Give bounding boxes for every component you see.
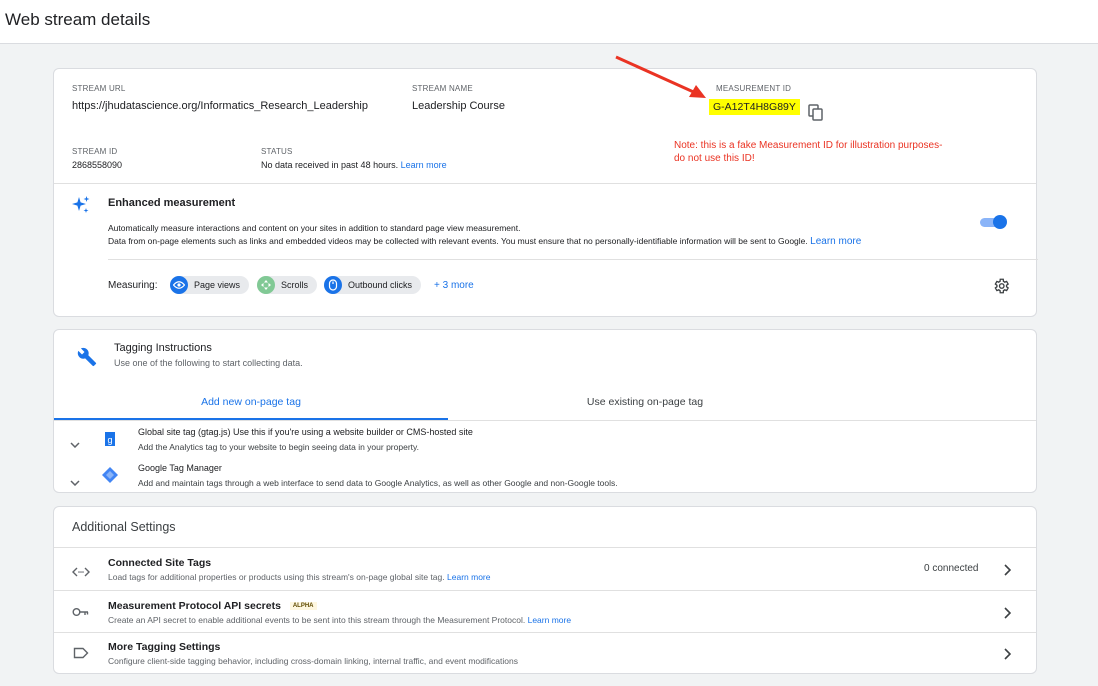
tag-option-gtm[interactable]: Google Tag Manager Add and maintain tags… (54, 458, 1036, 492)
stream-name-label: STREAM NAME (412, 84, 473, 93)
row-desc: Load tags for additional properties or p… (108, 572, 490, 582)
tag-option-gtag[interactable]: g Global site tag (gtag.js) Use this if … (54, 422, 1036, 456)
tab-use-existing-tag[interactable]: Use existing on-page tag (448, 388, 842, 420)
divider (108, 259, 1038, 260)
alpha-badge: ALPHA (289, 602, 317, 611)
gtag-title-bold: Global site tag (gtag.js) (138, 427, 231, 437)
tab-add-new-tag[interactable]: Add new on-page tag (54, 388, 448, 420)
row-learn-more-link[interactable]: Learn more (447, 572, 490, 582)
gtag-icon: g (104, 431, 116, 452)
chevron-right-icon[interactable] (1004, 647, 1012, 665)
row-title: Connected Site Tags (108, 557, 212, 569)
annotation-arrow (615, 55, 706, 98)
chip-outbound-clicks[interactable]: Outbound clicks (324, 276, 422, 294)
chevron-down-icon[interactable] (70, 473, 80, 491)
key-icon (72, 605, 90, 623)
annotation-note: Note: this is a fake Measurement ID for … (674, 140, 943, 164)
scroll-icon (257, 276, 275, 294)
chevron-right-icon[interactable] (1004, 563, 1012, 581)
chip-label: Page views (194, 280, 241, 290)
tag-manager-icon (101, 466, 119, 489)
enhanced-learn-more-link[interactable]: Learn more (810, 236, 861, 247)
more-measurements-link[interactable]: + 3 more (434, 280, 474, 291)
enhanced-desc-1: Automatically measure interactions and c… (108, 223, 521, 233)
gtm-desc: Add and maintain tags through a web inte… (138, 478, 618, 488)
row-title: Measurement Protocol API secrets ALPHA (108, 600, 317, 612)
chip-label: Outbound clicks (348, 280, 413, 290)
stream-id: 2868558090 (72, 160, 123, 170)
sparkle-icon (71, 195, 91, 215)
row-desc: Create an API secret to enable additiona… (108, 615, 571, 625)
divider (54, 420, 1036, 421)
status-label: STATUS (261, 147, 293, 156)
tagging-card: Tagging Instructions Use one of the foll… (53, 329, 1037, 493)
label-tag-icon (73, 646, 89, 664)
additional-settings-card: Additional Settings Connected Site Tags … (53, 506, 1037, 674)
wrench-icon (77, 347, 97, 367)
chevron-down-icon[interactable] (70, 435, 80, 453)
copy-icon[interactable] (808, 104, 824, 122)
status-learn-more-link[interactable]: Learn more (401, 160, 447, 170)
top-bar: Web stream details (0, 0, 1098, 44)
stream-id-label: STREAM ID (72, 147, 118, 156)
enhanced-measurement-title: Enhanced measurement (108, 197, 236, 209)
measurement-id-label: MEASUREMENT ID (716, 84, 792, 93)
row-title-text: Measurement Protocol API secrets (108, 600, 281, 612)
chip-label: Scrolls (281, 280, 309, 290)
enhanced-toggle[interactable] (980, 214, 1008, 230)
gear-icon[interactable] (992, 277, 1010, 295)
measurement-id: G-A12T4H8G89Y (709, 99, 800, 115)
row-desc-text: Create an API secret to enable additiona… (108, 615, 526, 625)
measuring-label: Measuring: (108, 280, 158, 291)
stream-name: Leadership Course (412, 100, 505, 112)
status-value: No data received in past 48 hours. (261, 160, 399, 170)
enhanced-desc-2: Data from on-page elements such as links… (108, 236, 861, 247)
mouse-icon (324, 276, 342, 294)
stream-url-label: STREAM URL (72, 84, 126, 93)
code-icon (72, 564, 90, 582)
gtag-title-rest: Use this if you're using a website build… (230, 427, 473, 437)
tab-label: Use existing on-page tag (586, 396, 704, 408)
chip-scrolls[interactable]: Scrolls (257, 276, 318, 294)
row-connected-site-tags[interactable]: Connected Site Tags Load tags for additi… (54, 548, 1036, 590)
gtag-title: Global site tag (gtag.js) Use this if yo… (138, 427, 473, 437)
row-measurement-protocol[interactable]: Measurement Protocol API secrets ALPHA C… (54, 591, 1036, 632)
status-text: No data received in past 48 hours. Learn… (261, 160, 447, 170)
row-desc: Configure client-side tagging behavior, … (108, 656, 518, 666)
gtm-title: Google Tag Manager (138, 463, 222, 473)
chip-page-views[interactable]: Page views (170, 276, 250, 294)
divider (54, 183, 1036, 184)
svg-text:g: g (107, 435, 112, 445)
enhanced-desc-2-text: Data from on-page elements such as links… (108, 236, 808, 246)
additional-settings-title: Additional Settings (72, 520, 176, 534)
gtag-desc: Add the Analytics tag to your website to… (138, 442, 419, 452)
stream-url: https://jhudatascience.org/Informatics_R… (72, 100, 368, 112)
row-title: More Tagging Settings (108, 641, 221, 653)
row-more-tagging-settings[interactable]: More Tagging Settings Configure client-s… (54, 633, 1036, 673)
chevron-right-icon[interactable] (1004, 606, 1012, 624)
row-learn-more-link[interactable]: Learn more (528, 615, 571, 625)
tab-label: Add new on-page tag (201, 396, 301, 408)
connected-count: 0 connected (924, 563, 979, 574)
page-title: Web stream details (5, 10, 151, 29)
tagging-title: Tagging Instructions (114, 342, 212, 354)
stream-details-card: STREAM URL https://jhudatascience.org/In… (53, 68, 1038, 317)
tagging-subtitle: Use one of the following to start collec… (114, 358, 303, 368)
row-desc-text: Load tags for additional properties or p… (108, 572, 445, 582)
eye-icon (170, 276, 188, 294)
